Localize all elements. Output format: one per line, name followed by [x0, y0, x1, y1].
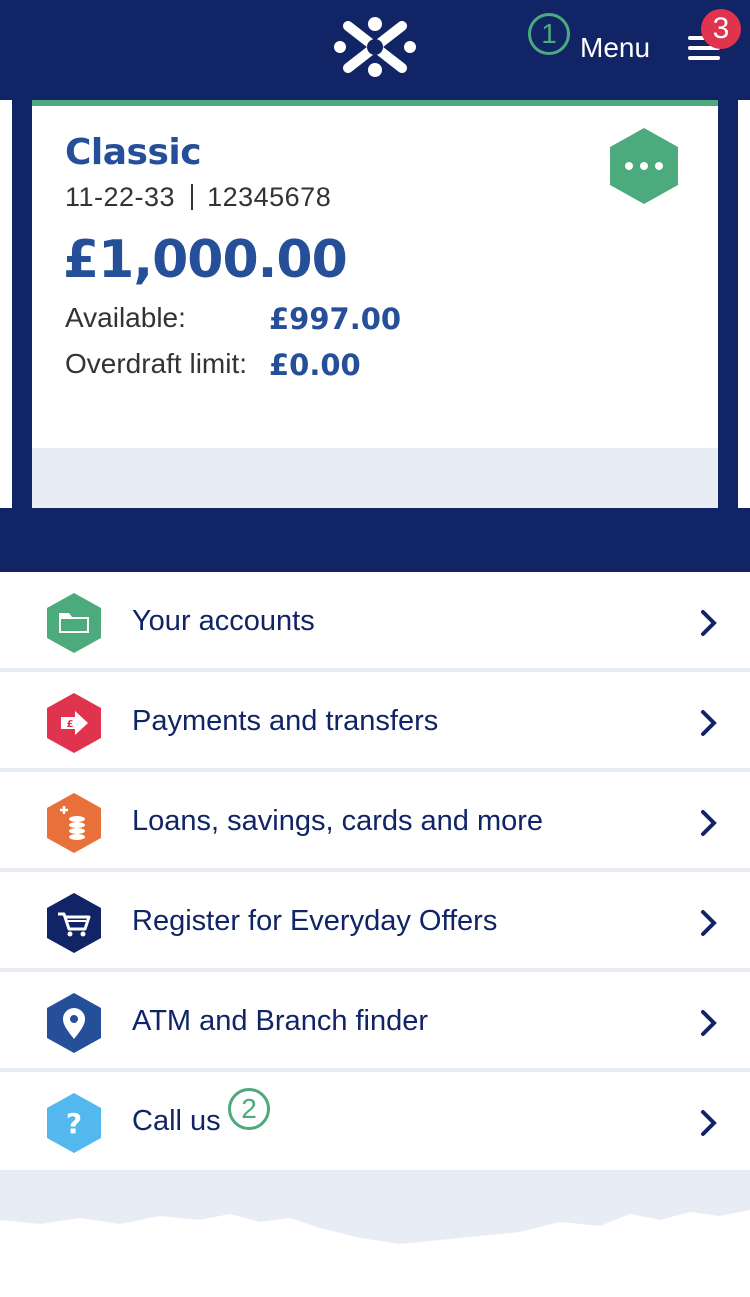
menu-item-loans-savings[interactable]: Loans, savings, cards and more [0, 772, 750, 872]
chevron-right-icon [701, 710, 717, 736]
chevron-right-icon [701, 910, 717, 936]
previous-card-peek[interactable] [0, 100, 12, 508]
svg-text:?: ? [66, 1107, 82, 1140]
svg-text:£: £ [67, 719, 74, 730]
main-menu-list: Your accounts £ Payments and transfers L… [0, 572, 750, 1172]
number-separator [191, 184, 194, 210]
menu-item-label: Payments and transfers [132, 705, 439, 737]
annotation-marker-1: 1 [528, 13, 570, 55]
account-name: Classic [65, 132, 202, 173]
chevron-right-icon [701, 610, 717, 636]
overdraft-label: Overdraft limit: [65, 348, 248, 379]
menu-item-label: Register for Everyday Offers [132, 905, 498, 937]
menu-item-call-us[interactable]: ? Call us 2 [0, 1072, 750, 1172]
sort-code: 11-22-33 [65, 182, 176, 212]
menu-item-label: Your accounts [132, 605, 315, 637]
notification-badge: 3 [701, 9, 741, 49]
next-card-peek[interactable] [738, 100, 750, 508]
pound-transfer-icon: £ [47, 693, 101, 753]
chevron-right-icon [701, 1010, 717, 1036]
app-header: 1 Menu 3 [0, 0, 750, 100]
available-value: £997.00 [269, 302, 402, 336]
question-icon: ? [47, 1093, 101, 1153]
footer-background [0, 1170, 750, 1297]
account-card[interactable]: Classic 11-22-33 12345678 £1,000.00 Avail… [32, 100, 718, 508]
menu-item-label: Loans, savings, cards and more [132, 805, 544, 837]
account-balance: £1,000.00 [63, 230, 348, 290]
coins-icon [47, 793, 101, 853]
chevron-right-icon [701, 810, 717, 836]
location-pin-icon [47, 993, 101, 1053]
overdraft-value: £0.00 [269, 348, 361, 382]
account-numbers: 11-22-33 12345678 [65, 182, 331, 213]
shopping-cart-icon [47, 893, 101, 953]
menu-item-label: Call us [132, 1105, 221, 1137]
card-footer-bar [32, 448, 718, 508]
account-number: 12345678 [207, 182, 332, 212]
menu-item-payments[interactable]: £ Payments and transfers [0, 672, 750, 772]
menu-item-label: ATM and Branch finder [132, 1005, 429, 1037]
menu-label[interactable]: Menu [580, 31, 650, 65]
annotation-marker-2: 2 [228, 1088, 270, 1130]
more-options-icon[interactable] [608, 126, 680, 206]
menu-item-atm-finder[interactable]: ATM and Branch finder [0, 972, 750, 1072]
chevron-right-icon [701, 1110, 717, 1136]
menu-item-your-accounts[interactable]: Your accounts [0, 572, 750, 672]
bank-logo-icon[interactable] [334, 16, 416, 78]
account-hero: Classic 11-22-33 12345678 £1,000.00 Avail… [0, 100, 750, 572]
available-label: Available: [65, 302, 186, 333]
menu-item-everyday-offers[interactable]: Register for Everyday Offers [0, 872, 750, 972]
folder-icon [47, 593, 101, 653]
